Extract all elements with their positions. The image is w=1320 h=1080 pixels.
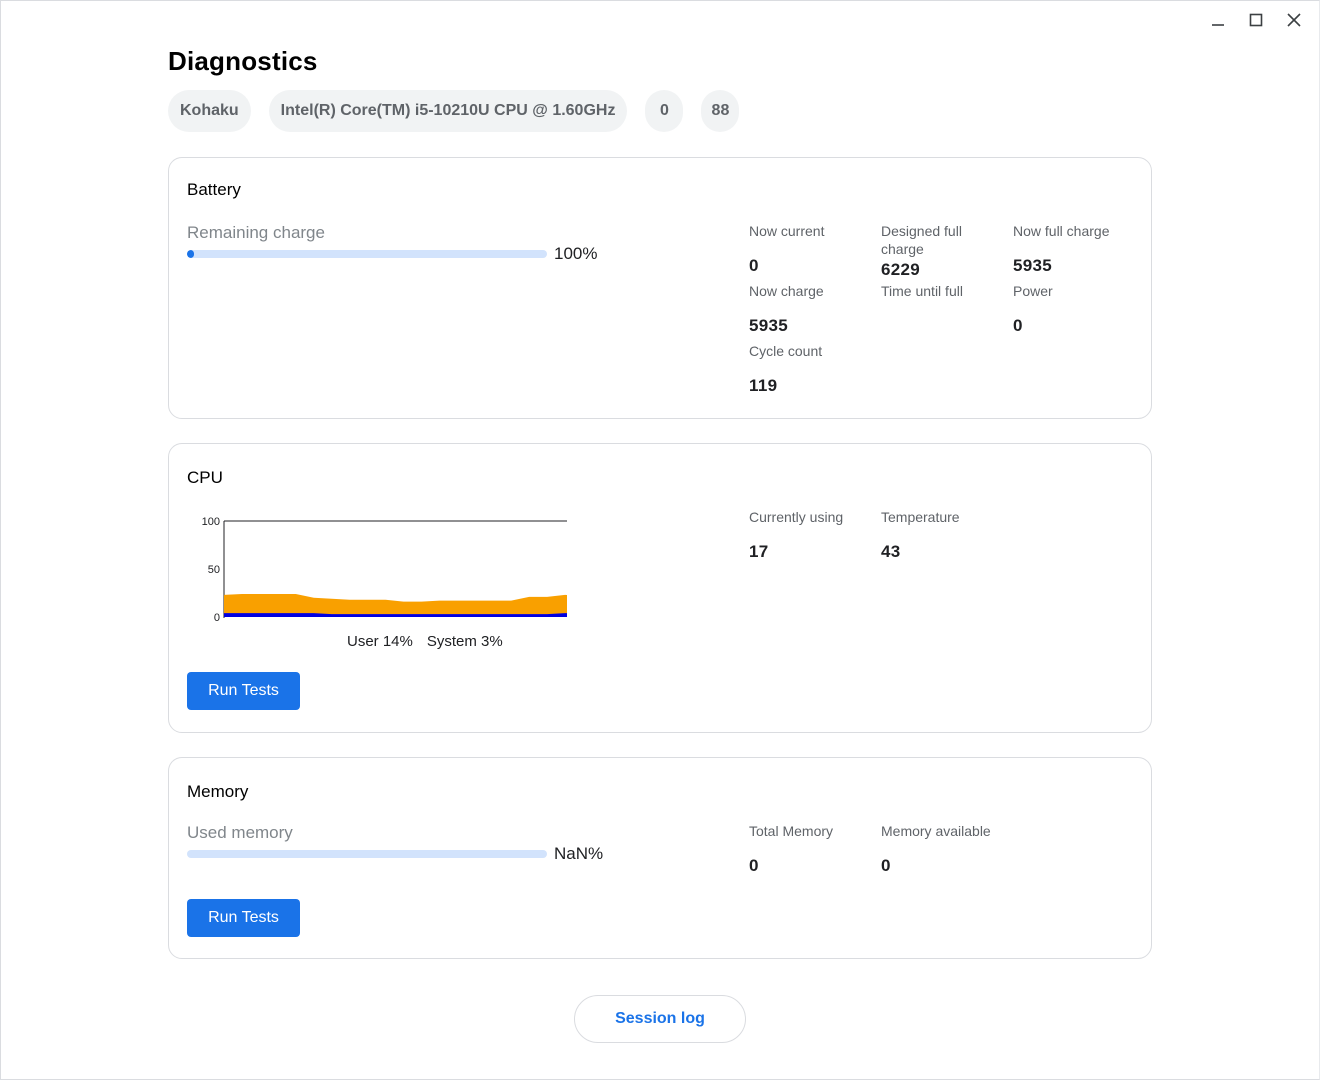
- cpu-card: CPU 100 50 0 User 14% System 3% Currentl…: [168, 443, 1152, 733]
- session-log-button[interactable]: Session log: [574, 995, 746, 1043]
- memory-run-tests-button[interactable]: Run Tests: [187, 899, 300, 937]
- y-tick-100: 100: [202, 516, 220, 528]
- remaining-charge-bar: [187, 250, 547, 258]
- stat-designed-full-charge: Designed full charge 6229: [881, 223, 962, 279]
- used-memory-bar: [187, 850, 547, 858]
- memory-title: Memory: [187, 782, 249, 801]
- stat-power: Power 0: [1013, 283, 1053, 335]
- device-name-chip: Kohaku: [168, 90, 251, 132]
- minimize-icon: [1212, 24, 1224, 26]
- cpu-chart-legend: User 14% System 3%: [347, 633, 503, 650]
- stat-now-current: Now current 0: [749, 223, 825, 275]
- battery-card: Battery Remaining charge 100% Now curren…: [168, 157, 1152, 419]
- info-chip-b: 88: [701, 90, 740, 132]
- system-info-chips: Kohaku Intel(R) Core(TM) i5-10210U CPU @…: [168, 90, 740, 132]
- page-title: Diagnostics: [168, 46, 318, 76]
- stat-total-memory: Total Memory 0: [749, 823, 834, 875]
- cpu-usage-chart: 100 50 0: [202, 516, 567, 624]
- maximize-button[interactable]: [1240, 8, 1272, 32]
- cpu-title: CPU: [187, 468, 223, 487]
- cpu-run-tests-button[interactable]: Run Tests: [187, 672, 300, 710]
- minimize-button[interactable]: [1202, 8, 1234, 32]
- memory-card: Memory Used memory NaN% Total Memory 0 M…: [168, 757, 1152, 959]
- chart-series-group: [224, 593, 567, 617]
- battery-title: Battery: [187, 180, 241, 199]
- legend-user: User 14%: [347, 633, 413, 650]
- used-memory-percent: NaN%: [554, 844, 604, 863]
- used-memory-label: Used memory: [187, 823, 293, 842]
- info-chip-a: 0: [645, 90, 684, 132]
- stat-now-charge: Now charge 5935: [749, 283, 824, 335]
- stat-temperature: Temperature 43: [881, 509, 960, 561]
- stat-now-full-charge: Now full charge 5935: [1013, 223, 1110, 275]
- legend-system: System 3%: [426, 633, 503, 650]
- stat-currently-using: Currently using 17: [749, 509, 844, 561]
- remaining-charge-fill: [187, 250, 195, 258]
- close-button[interactable]: [1278, 8, 1310, 32]
- cpu-model-chip: Intel(R) Core(TM) i5-10210U CPU @ 1.60GH…: [268, 90, 628, 132]
- maximize-icon: [1249, 13, 1263, 27]
- stat-cycle-count: Cycle count 119: [749, 343, 823, 395]
- window-controls: [1202, 8, 1310, 32]
- stat-time-until-full: Time until full: [881, 283, 963, 299]
- stat-memory-available: Memory available 0: [881, 823, 991, 875]
- close-icon: [1287, 13, 1301, 27]
- remaining-charge-percent: 100%: [554, 244, 598, 263]
- remaining-charge-label: Remaining charge: [187, 223, 325, 242]
- y-tick-50: 50: [208, 564, 220, 576]
- y-tick-0: 0: [214, 612, 220, 624]
